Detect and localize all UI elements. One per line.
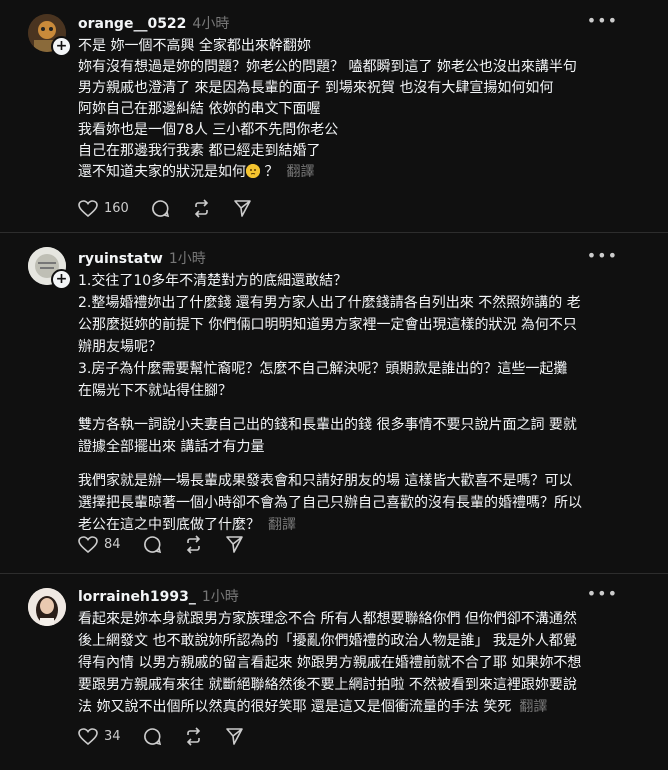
heart-icon <box>78 535 98 553</box>
threads-feed: + orange__0522 4小時 ••• 不是 妳一個不高興 全家都出來幹翻妳… <box>0 0 668 770</box>
post-line: 自己在那邊我行我素 都已經走到結婚了 <box>78 143 321 159</box>
more-options-icon[interactable]: ••• <box>587 11 618 30</box>
post-body: 看起來是妳本身就跟男方家族理念不合 所有人都想要聯絡你們 但你們卻不溝通然 後上… <box>78 608 638 718</box>
post-line: 阿妳自己在那邊糾結 依妳的串文下面喔 <box>78 101 321 117</box>
repost-icon <box>186 727 200 746</box>
post-line: 不是 妳一個不高興 全家都出來幹翻妳 <box>78 38 311 54</box>
reply-button[interactable] <box>143 535 162 554</box>
post-line: 選擇把長輩晾著一個小時卻不會為了自己只辦自己喜歡的沒有長輩的婚禮嗎？所以 <box>78 495 582 511</box>
heart-icon <box>78 727 98 745</box>
avatar[interactable] <box>28 588 66 626</box>
more-options-icon[interactable]: ••• <box>587 584 618 603</box>
post-line: 法 妳又說不出個所以然真的很好笑耶 還是這又是個衝流量的手法 笑死 翻譯 <box>78 696 638 718</box>
post-line: 2.整場婚禮妳出了什麼錢 還有男方家人出了什麼錢請各自列出來 不然照妳講的 老 <box>78 295 581 311</box>
send-icon <box>234 200 251 217</box>
post-line: 證據全部擺出來 講話才有力量 <box>78 439 265 455</box>
action-bar: 160 <box>78 199 274 218</box>
like-button[interactable]: 160 <box>78 199 129 218</box>
heart-icon <box>78 199 98 217</box>
post-header: orange__0522 4小時 <box>78 13 229 33</box>
post-line: 1.交往了10多年不清楚對方的底細還敢結？ <box>78 273 348 289</box>
post-line: 得有內情 以男方親戚的留言看起來 妳跟男方親戚在婚禮前就不合了耶 如果妳不想 <box>78 655 582 671</box>
post-header: ryuinstatw 1小時 <box>78 248 206 268</box>
post-header: lorraineh1993_ 1小時 <box>78 586 239 606</box>
post-line-suffix: ？ <box>264 164 279 180</box>
post-line: 公那麼挺妳的前提下 你們倆口明明知道男方家裡一定會出現這樣的狀況 為何不只 <box>78 317 577 333</box>
post-line-text: 法 妳又說不出個所以然真的很好笑耶 還是這又是個衝流量的手法 笑死 <box>78 699 512 715</box>
username[interactable]: ryuinstatw <box>78 251 163 267</box>
post-line: 老公在這之中到底做了什麼？ 翻譯 <box>78 514 638 536</box>
thinking-emoji-icon <box>246 164 260 178</box>
like-count: 160 <box>104 201 129 216</box>
post-body: 不是 妳一個不高興 全家都出來幹翻妳 妳有沒有想過是妳的問題？妳老公的問題？ 嗑… <box>78 36 638 183</box>
translate-link[interactable]: 翻譯 <box>519 699 547 715</box>
post-line: 我看妳也是一個78人 三小都不先問你老公 <box>78 122 339 138</box>
post-line-text: 還不知道夫家的狀況是如何 <box>78 164 246 180</box>
share-button[interactable] <box>225 727 244 746</box>
share-button[interactable] <box>233 199 252 218</box>
follow-plus-icon[interactable]: + <box>51 269 72 290</box>
more-options-icon[interactable]: ••• <box>587 246 618 265</box>
post-line: 雙方各執一詞說小夫妻自己出的錢和長輩出的錢 很多事情不要只說片面之詞 要就 <box>78 417 577 433</box>
repost-button[interactable] <box>184 727 203 746</box>
like-button[interactable]: 84 <box>78 535 121 554</box>
comment-icon <box>143 536 161 554</box>
post-line: 在陽光下不就站得住腳？ <box>78 383 232 399</box>
post-line: 妳有沒有想過是妳的問題？妳老公的問題？ 嗑都瞬到這了 妳老公也沒出來講半句 <box>78 59 577 75</box>
repost-icon <box>186 535 200 554</box>
share-button[interactable] <box>225 535 244 554</box>
timestamp: 4小時 <box>192 16 230 32</box>
like-count: 84 <box>104 537 121 552</box>
post-line: 我們家就是辦一場長輩成果發表會和只請好朋友的場 這樣皆大歡喜不是嗎？可以 <box>78 473 573 489</box>
comment-icon <box>151 200 169 218</box>
post-line-text: 老公在這之中到底做了什麼？ <box>78 517 260 533</box>
action-bar: 34 <box>78 727 266 746</box>
timestamp: 1小時 <box>201 589 239 605</box>
translate-link[interactable]: 翻譯 <box>286 164 314 180</box>
post[interactable]: + ryuinstatw 1小時 ••• 1.交往了10多年不清楚對方的底細還敢結… <box>0 233 668 573</box>
send-icon <box>225 728 243 745</box>
repost-button[interactable] <box>184 535 203 554</box>
post-line: 還不知道夫家的狀況是如何 ？ 翻譯 <box>78 162 638 183</box>
like-button[interactable]: 34 <box>78 727 121 746</box>
reply-button[interactable] <box>143 727 162 746</box>
repost-icon <box>194 199 208 218</box>
action-bar: 84 <box>78 535 266 554</box>
post-line: 辦朋友場呢？ <box>78 339 162 355</box>
username[interactable]: lorraineh1993_ <box>78 589 196 605</box>
translate-link[interactable]: 翻譯 <box>268 517 296 533</box>
post-body: 1.交往了10多年不清楚對方的底細還敢結？ 2.整場婚禮妳出了什麼錢 還有男方家… <box>78 270 638 536</box>
comment-icon <box>143 728 161 746</box>
send-icon <box>225 536 243 553</box>
timestamp: 1小時 <box>168 251 206 267</box>
post[interactable]: + orange__0522 4小時 ••• 不是 妳一個不高興 全家都出來幹翻妳… <box>0 0 668 232</box>
post-line: 3.房子為什麼需要幫忙裔呢？怎麼不自己解決呢？頭期款是誰出的？這些一起攤 <box>78 361 568 377</box>
post-line: 男方親戚也澄清了 來是因為長輩的面子 到場來祝賀 也沒有大肆宣揚如何如何 <box>78 80 554 96</box>
post[interactable]: lorraineh1993_ 1小時 ••• 看起來是妳本身就跟男方家族理念不合 … <box>0 574 668 770</box>
like-count: 34 <box>104 729 121 744</box>
post-line: 看起來是妳本身就跟男方家族理念不合 所有人都想要聯絡你們 但你們卻不溝通然 <box>78 611 577 627</box>
username[interactable]: orange__0522 <box>78 16 186 32</box>
follow-plus-icon[interactable]: + <box>51 36 72 57</box>
post-line: 後上網發文 也不敢說妳所認為的「擾亂你們婚禮的政治人物是誰」 我是外人都覺 <box>78 633 577 649</box>
reply-button[interactable] <box>151 199 170 218</box>
repost-button[interactable] <box>192 199 211 218</box>
post-line: 要跟男方親戚有來往 就斷絕聯絡然後不要上網討拍啦 不然被看到來這裡跟妳要說 <box>78 677 577 693</box>
